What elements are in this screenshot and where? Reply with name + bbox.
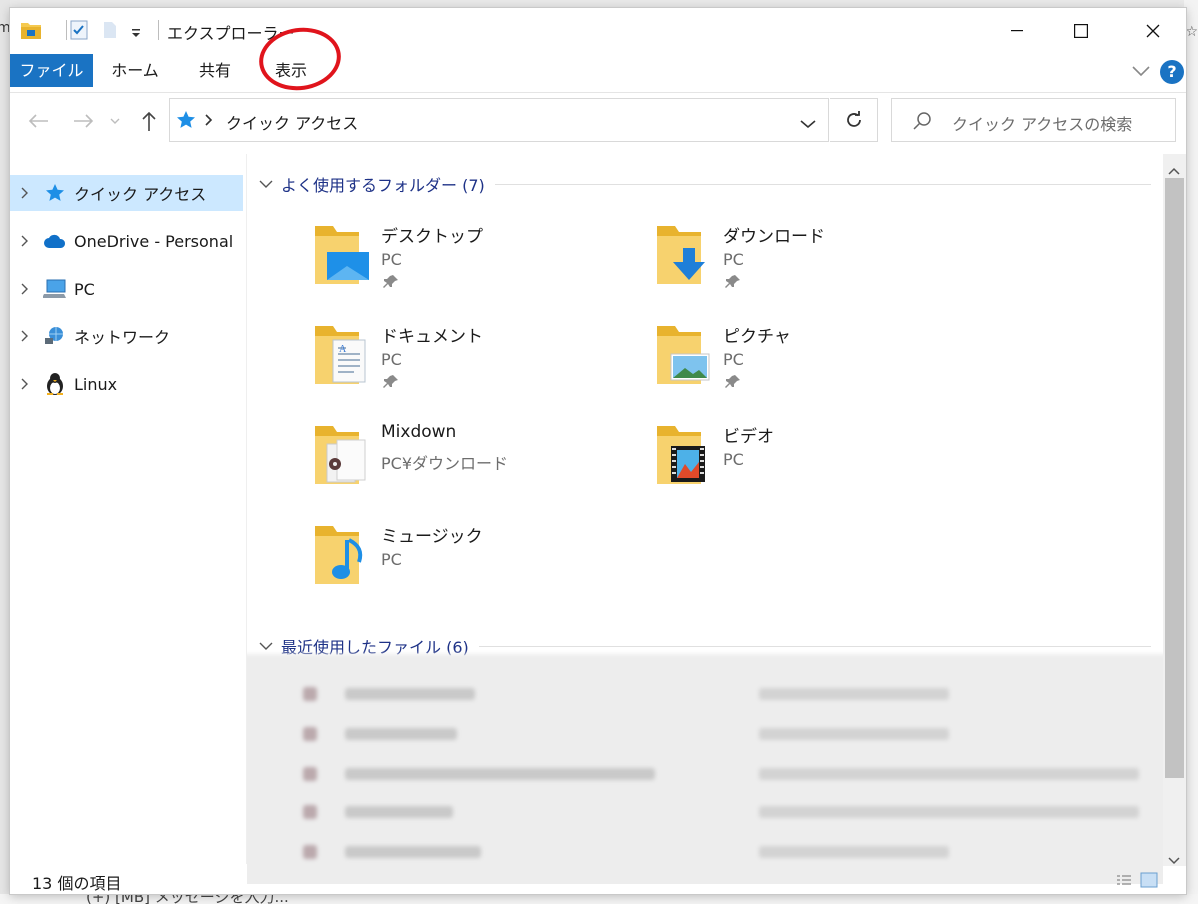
close-icon xyxy=(1146,24,1160,38)
minimize-button[interactable] xyxy=(994,8,1040,54)
scrollbar-thumb[interactable] xyxy=(1165,178,1184,778)
maximize-icon xyxy=(1074,24,1088,38)
title-bar: エクスプローラー xyxy=(10,8,1186,54)
status-bar: 13 個の項目 xyxy=(10,864,1186,894)
documents-folder-icon: A xyxy=(311,322,375,388)
star-icon xyxy=(40,183,70,203)
recent-locations-button[interactable] xyxy=(106,107,124,135)
pictures-folder-icon xyxy=(653,322,717,388)
folder-app-icon xyxy=(20,20,42,44)
star-icon xyxy=(176,110,196,134)
penguin-icon xyxy=(40,372,70,396)
svg-text:A: A xyxy=(339,344,347,355)
desktop-folder-icon xyxy=(311,222,375,288)
expand-ribbon-chevron-icon[interactable] xyxy=(1132,62,1150,81)
refresh-icon xyxy=(846,111,861,127)
search-icon xyxy=(912,111,932,135)
address-row: クイック アクセス クイック アクセスの検索 xyxy=(10,96,1186,146)
folder-tile-desktop[interactable]: デスクトップ PC xyxy=(311,222,641,312)
back-arrow-icon xyxy=(28,114,48,128)
chevron-down-icon xyxy=(110,118,120,124)
expand-chevron-icon[interactable] xyxy=(10,378,40,390)
help-icon[interactable]: ? xyxy=(1160,60,1184,84)
content-pane: よく使用するフォルダー (7) デスクトップ PC ダウンロード PC A ドキ… xyxy=(247,154,1163,884)
computer-icon xyxy=(40,279,70,299)
nav-item-pc[interactable]: PC xyxy=(10,271,243,307)
tab-share[interactable]: 共有 xyxy=(185,54,245,87)
address-bar[interactable]: クイック アクセス xyxy=(169,98,829,142)
nav-item-linux[interactable]: Linux xyxy=(10,366,243,402)
network-icon xyxy=(40,326,70,346)
cloud-icon xyxy=(40,233,70,249)
folder-tile-mixdown[interactable]: Mixdown PC¥ダウンロード xyxy=(311,422,641,512)
large-icons-view-icon[interactable] xyxy=(1140,872,1158,892)
item-count: 13 個の項目 xyxy=(32,874,122,893)
background-star-icon: ☆ xyxy=(1185,24,1198,40)
mixdown-folder-icon xyxy=(311,422,375,488)
list-item[interactable] xyxy=(303,764,1139,784)
pin-icon xyxy=(725,274,741,294)
customize-quick-access-icon[interactable] xyxy=(130,24,142,43)
folder-tile-downloads[interactable]: ダウンロード PC xyxy=(653,222,983,312)
background-bottom-strip: (+) [MB] メッセージを入力... xyxy=(0,894,1198,904)
tab-file[interactable]: ファイル xyxy=(10,54,93,87)
maximize-button[interactable] xyxy=(1058,8,1104,54)
group-header-frequent[interactable]: よく使用するフォルダー (7) xyxy=(259,172,1151,196)
expand-chevron-icon[interactable] xyxy=(10,330,40,342)
music-folder-icon xyxy=(311,522,375,588)
downloads-folder-icon xyxy=(653,222,717,288)
background-window-edge: m xyxy=(0,0,11,904)
back-button[interactable] xyxy=(24,107,52,135)
scroll-up-arrow-icon[interactable] xyxy=(1168,160,1180,179)
minimize-icon xyxy=(1011,30,1023,32)
nav-item-network[interactable]: ネットワーク xyxy=(10,318,243,354)
expand-chevron-icon[interactable] xyxy=(10,283,40,295)
tab-home[interactable]: ホーム xyxy=(105,54,165,87)
chevron-right-icon[interactable] xyxy=(204,112,214,131)
list-item[interactable] xyxy=(303,802,1139,822)
folder-tile-documents[interactable]: A ドキュメント PC xyxy=(311,322,641,412)
vertical-scrollbar[interactable] xyxy=(1163,154,1186,866)
collapse-chevron-icon xyxy=(259,180,273,188)
pin-icon xyxy=(383,274,399,294)
search-placeholder: クイック アクセスの検索 xyxy=(952,115,1133,134)
explorer-window: エクスプローラー ファイル ホーム 共有 表示 ? クイック アクセス クイック… xyxy=(10,8,1186,894)
collapse-chevron-icon xyxy=(259,642,273,650)
search-input[interactable]: クイック アクセスの検索 xyxy=(891,98,1176,142)
new-folder-quick-icon[interactable] xyxy=(102,20,118,44)
folder-tile-pictures[interactable]: ピクチャ PC xyxy=(653,322,983,412)
refresh-button[interactable] xyxy=(830,98,878,142)
ribbon-tabs: ファイル ホーム 共有 表示 xyxy=(10,54,1186,93)
up-button[interactable] xyxy=(135,107,163,135)
forward-button[interactable] xyxy=(70,107,98,135)
background-message-text: (+) [MB] メッセージを入力... xyxy=(86,894,289,904)
folder-tile-music[interactable]: ミュージック PC xyxy=(311,522,641,612)
navigation-pane: クイック アクセス OneDrive - Personal PC ネットワーク … xyxy=(10,154,247,864)
folder-tile-videos[interactable]: ビデオ PC xyxy=(653,422,983,512)
expand-chevron-icon[interactable] xyxy=(10,235,40,247)
nav-item-quick-access[interactable]: クイック アクセス xyxy=(10,175,243,211)
properties-quick-icon[interactable] xyxy=(70,20,88,44)
forward-arrow-icon xyxy=(74,114,94,128)
list-item[interactable] xyxy=(303,842,949,862)
list-item[interactable] xyxy=(303,684,949,704)
address-dropdown-chevron-icon[interactable] xyxy=(800,114,816,133)
pin-icon xyxy=(383,374,399,394)
videos-folder-icon xyxy=(653,422,717,488)
nav-item-onedrive[interactable]: OneDrive - Personal xyxy=(10,223,243,259)
details-view-icon[interactable] xyxy=(1116,872,1132,892)
close-button[interactable] xyxy=(1130,8,1176,54)
address-path: クイック アクセス xyxy=(226,114,359,133)
recent-files-blurred xyxy=(247,654,1163,884)
up-arrow-icon xyxy=(142,111,156,131)
background-window-edge-right: ☆ xyxy=(1184,0,1198,904)
expand-chevron-icon[interactable] xyxy=(10,187,40,199)
list-item[interactable] xyxy=(303,724,949,744)
pin-icon xyxy=(725,374,741,394)
